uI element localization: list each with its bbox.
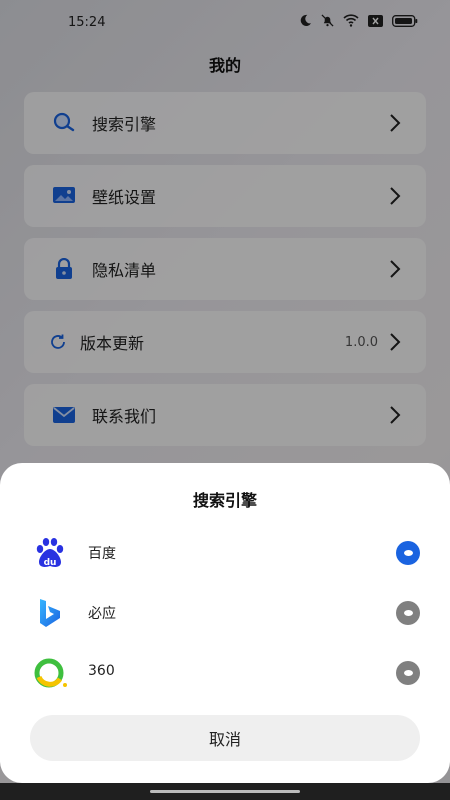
engine-label: 百度 [88,546,116,562]
engine-label: 360 [88,663,115,679]
engine-option-360[interactable]: 360 [0,649,450,697]
radio-unselected[interactable] [396,661,420,685]
navigation-bar [0,783,450,800]
radio-unselected[interactable] [396,601,420,625]
360-icon [32,655,68,691]
cancel-button[interactable]: 取消 [30,715,420,761]
engine-option-bing[interactable]: 必应 [0,589,450,637]
svg-text:du: du [44,558,57,568]
sheet-title: 搜索引擎 [192,491,257,510]
search-engine-sheet: 搜索引擎 du 百度 必应 360 取消 [0,463,450,783]
baidu-icon: du [32,535,68,571]
engine-label: 必应 [88,606,116,622]
bing-icon [32,595,68,631]
home-indicator[interactable] [150,790,300,793]
engine-option-baidu[interactable]: du 百度 [0,529,450,577]
radio-selected[interactable] [396,541,420,565]
